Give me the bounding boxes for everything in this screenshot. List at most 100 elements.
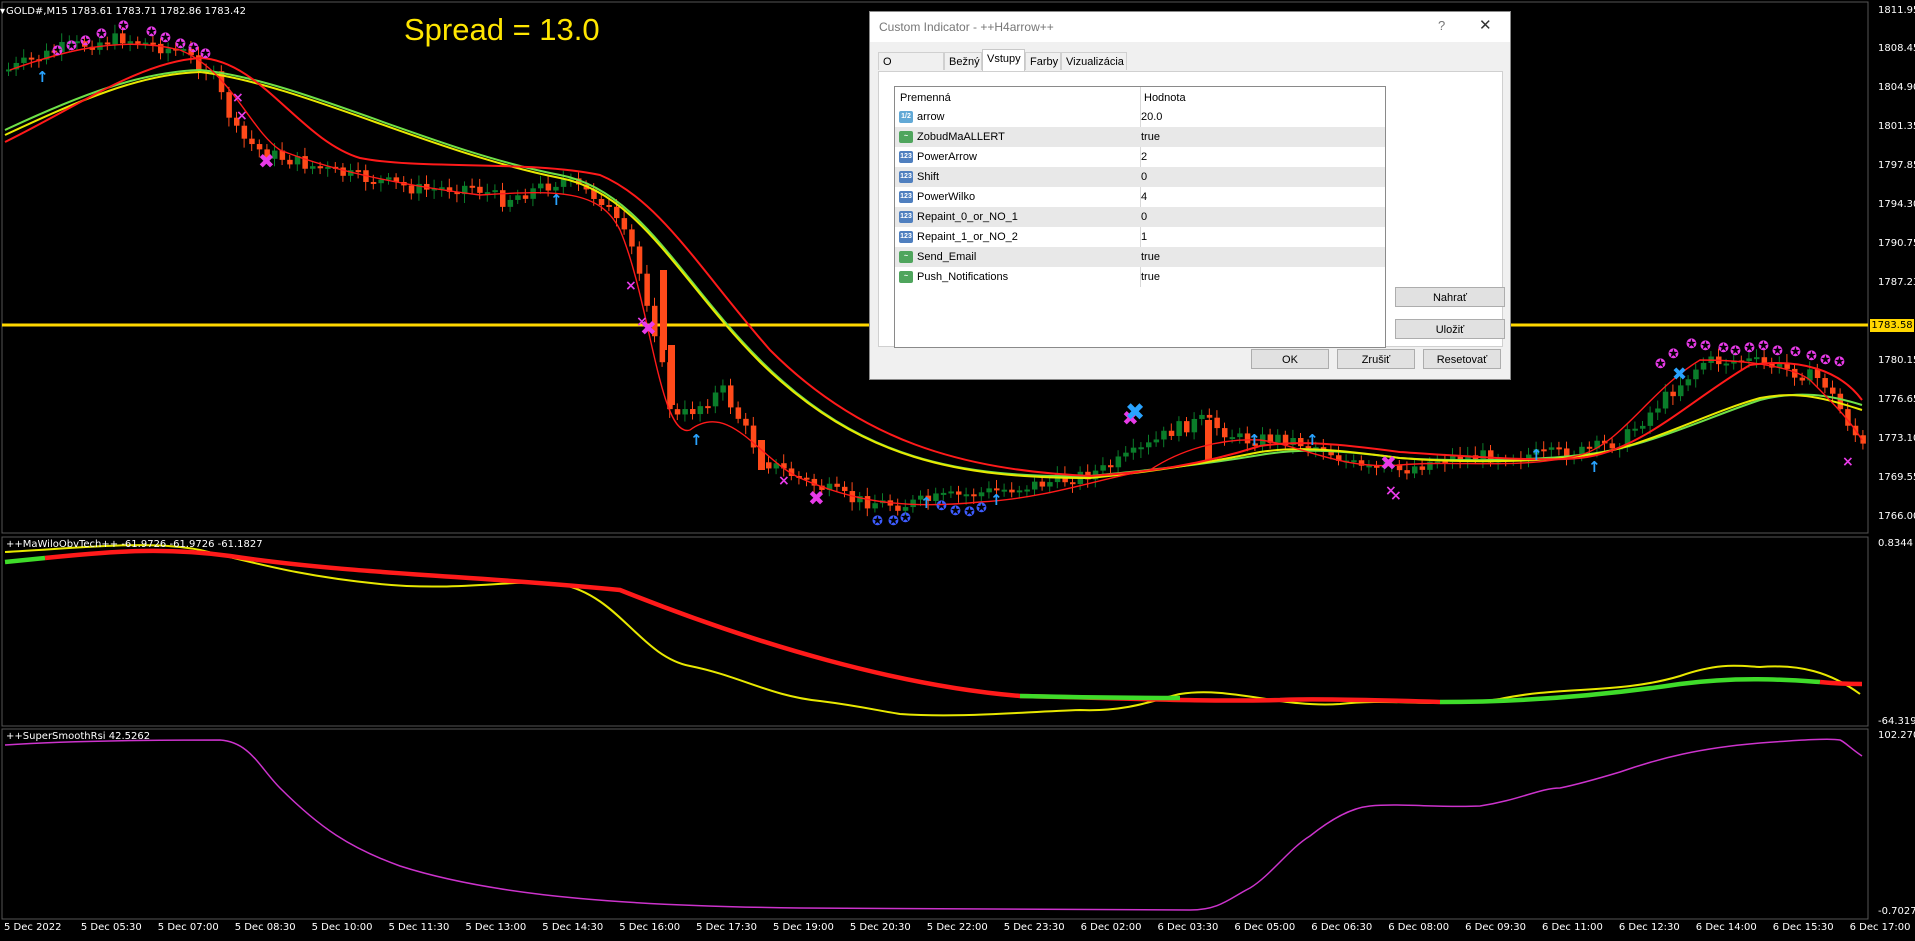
param-value[interactable]: true [1141,271,1160,283]
candle [249,138,255,145]
param-value[interactable]: 2 [1141,151,1147,163]
close-icon[interactable]: ✕ [1479,16,1492,34]
indicator1-bottom-value: -64.319 [1878,716,1915,727]
signal-circle-icon: ✪ [200,47,211,62]
price-tick: 1790.75 [1878,238,1915,249]
candle [705,406,711,409]
candle [500,190,506,207]
tab-about[interactable]: O programe [878,52,944,80]
candle [758,440,765,470]
time-tick: 5 Dec 2022 [4,922,62,933]
candle [1032,481,1038,490]
candle [735,407,742,419]
cross-small-icon: × [636,314,648,330]
candle [538,183,544,189]
candle [956,491,962,495]
param-row[interactable]: 123 PowerWilko 4 [895,187,1385,207]
candle [1191,418,1198,433]
param-row[interactable]: 123 PowerArrow 2 [895,147,1385,167]
param-row[interactable]: 123 Shift 0 [895,167,1385,187]
candle [241,125,248,139]
signal-circle-icon: ✪ [1686,337,1697,352]
price-axis[interactable] [1870,0,1915,940]
price-tick: 1773.10 [1878,433,1915,444]
chart-title: GOLD#,M15 1783.61 1783.71 1782.86 1783.4… [6,6,246,17]
cross-signal-icon: ✖ [1672,364,1687,385]
param-value[interactable]: true [1141,131,1160,143]
param-row[interactable]: 123 Repaint_0_or_NO_1 0 [895,207,1385,227]
candle [340,167,346,176]
candle [842,486,848,492]
candle [1176,421,1182,436]
candle [697,406,704,415]
indicator1-yellow-line [4,544,1861,717]
reset-button[interactable]: Resetovať [1423,349,1501,369]
save-button[interactable]: Uložiť [1395,319,1505,339]
column-variable[interactable]: Premenná [900,92,951,104]
candle [743,418,749,426]
candle [1153,439,1160,443]
candle [1146,442,1152,448]
cancel-button[interactable]: Zrušiť [1337,349,1415,369]
parameters-table[interactable]: Premenná Hodnota 1/2 arrow 20.0 ~ ZobudMaALL… [894,86,1386,348]
cross-small-icon: × [778,473,790,489]
indicator1-top-value: 0.8344 [1878,538,1913,549]
param-value[interactable]: 1 [1141,231,1147,243]
ok-button[interactable]: OK [1251,349,1329,369]
candle [469,185,476,188]
tab-colors[interactable]: Farby [1025,52,1061,70]
time-tick: 5 Dec 17:30 [696,922,757,933]
indicator1-panel[interactable] [0,536,1870,727]
candle [1412,466,1418,474]
dropdown-arrow-icon[interactable]: ▾ [0,6,5,17]
candle [1130,447,1137,453]
indicator2-panel[interactable] [0,728,1870,920]
custom-indicator-dialog: Custom Indicator - ++H4arrow++ ? ✕ O pro… [869,11,1511,380]
column-value[interactable]: Hodnota [1144,92,1186,104]
tab-visualization[interactable]: Vizualizácia [1061,52,1127,70]
arrow-up-icon: ↑ [1306,431,1319,449]
param-value[interactable]: true [1141,251,1160,263]
param-row[interactable]: 1/2 arrow 20.0 [895,107,1385,127]
time-tick: 5 Dec 11:30 [388,922,450,933]
time-tick: 5 Dec 07:00 [157,922,219,933]
param-row[interactable]: ~ ZobudMaALLERT true [895,127,1385,147]
candle [1222,428,1228,438]
candle [370,181,377,184]
signal-circle-icon: ✪ [1758,339,1769,354]
candle [1123,452,1129,457]
param-row[interactable]: ~ Push_Notifications true [895,267,1385,287]
param-name: PowerArrow [917,151,977,163]
candle [522,195,529,199]
candle [104,42,111,45]
candle [1548,447,1555,450]
candle [1024,489,1030,492]
indicator1-label: ++MaWiloObvTech++ -61.9726 -61.9726 -61.… [6,539,263,550]
param-value[interactable]: 0 [1141,211,1147,223]
candle [1115,456,1122,468]
candle [910,499,916,508]
param-value[interactable]: 20.0 [1141,111,1162,123]
dialog-title-bar[interactable]: Custom Indicator - ++H4arrow++ ? ✕ [870,12,1510,42]
param-row[interactable]: 123 Repaint_1_or_NO_2 1 [895,227,1385,247]
signal-circle-icon: ✪ [1655,357,1666,372]
param-row[interactable]: ~ Send_Email true [895,247,1385,267]
signal-circle-icon: ✪ [146,25,157,40]
cross-small-icon: × [1385,483,1397,499]
candle [1070,482,1076,485]
candle [1632,428,1638,431]
time-tick: 5 Dec 14:30 [542,922,604,933]
tab-common[interactable]: Bežný [944,52,982,70]
tab-inputs[interactable]: Vstupy [982,49,1025,71]
signal-circle-icon: ✪ [900,511,911,526]
param-value[interactable]: 0 [1141,171,1147,183]
help-icon[interactable]: ? [1438,18,1445,33]
time-tick: 5 Dec 20:30 [849,922,911,933]
candle [1205,420,1212,460]
signal-circle-icon: ✪ [1772,344,1783,359]
candle [28,57,35,60]
price-tick: 1766.00 [1878,511,1915,522]
load-button[interactable]: Nahrať [1395,287,1505,307]
param-name: arrow [917,111,945,123]
param-value[interactable]: 4 [1141,191,1147,203]
